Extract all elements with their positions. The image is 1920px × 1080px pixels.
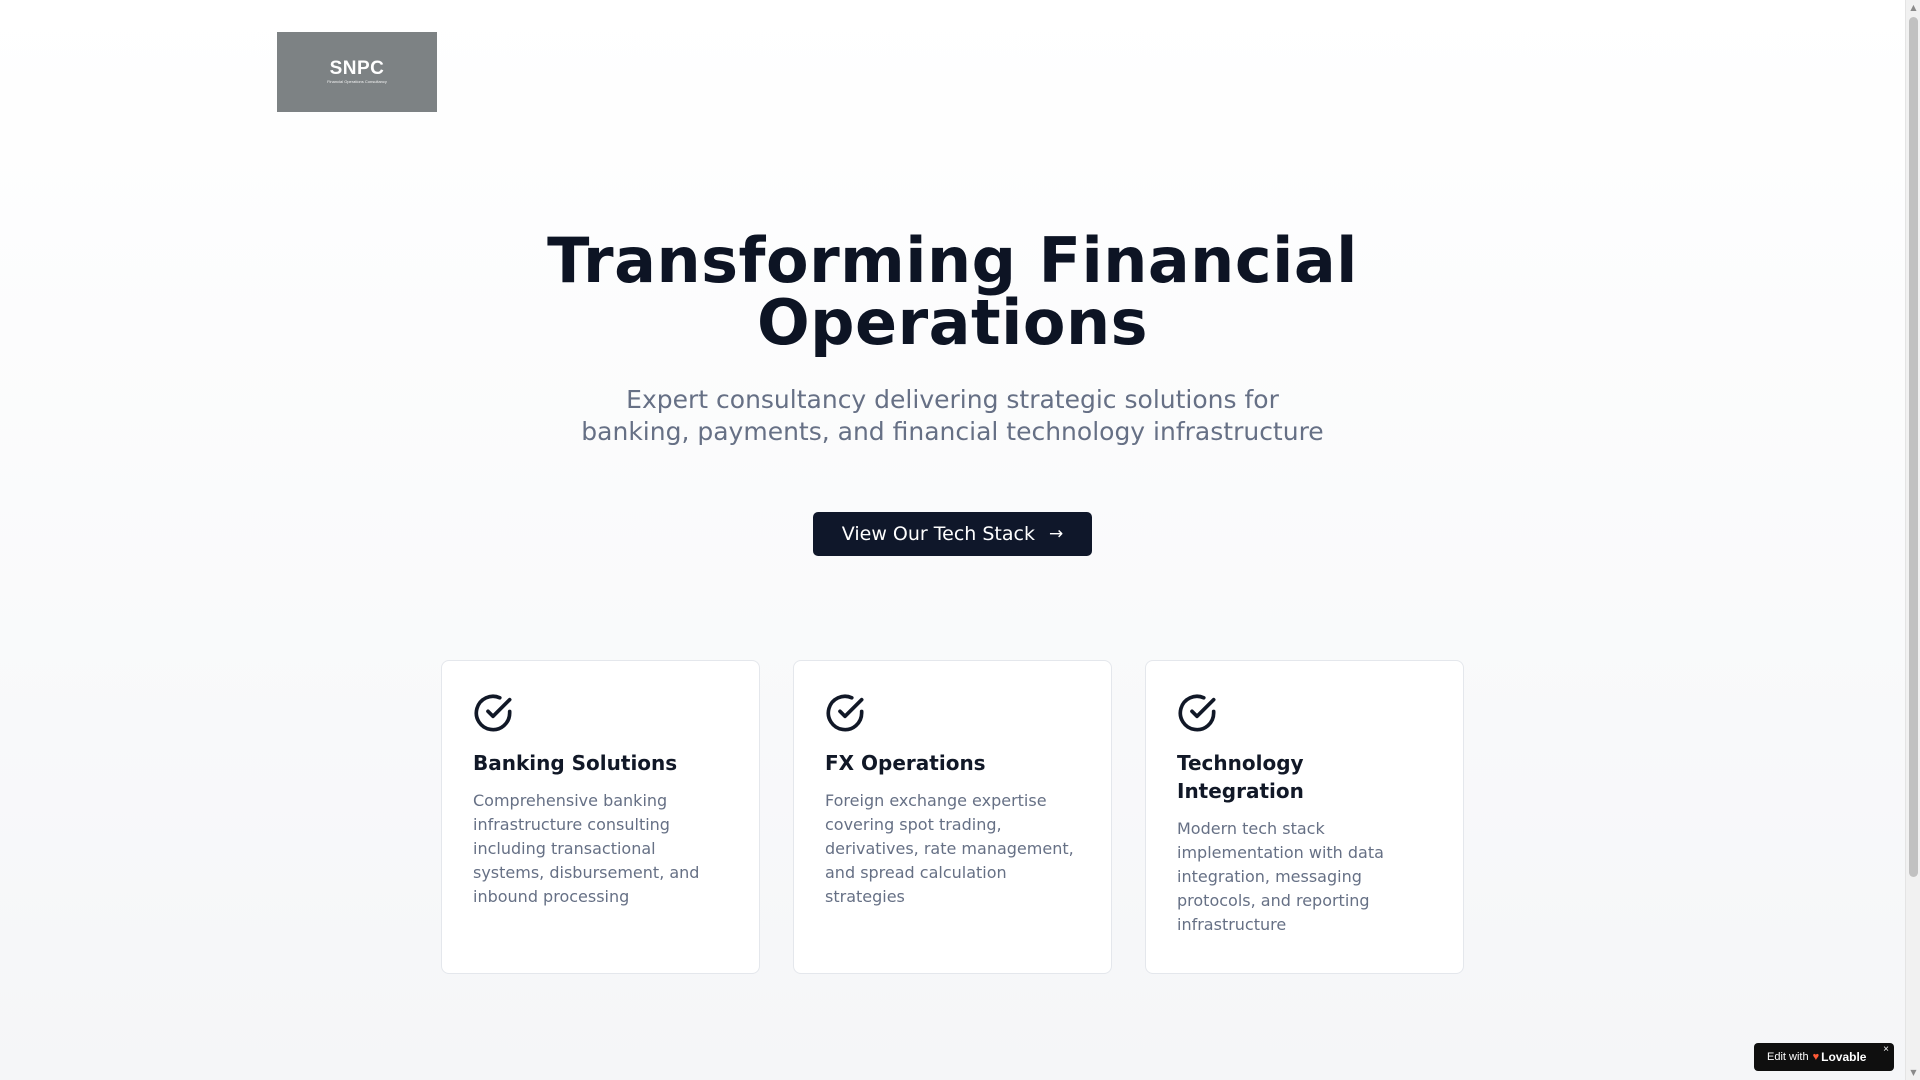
hero-title: Transforming Financial Operations bbox=[547, 224, 1358, 359]
logo-name: SNPC bbox=[329, 58, 385, 79]
card-title: Technology Integration bbox=[1177, 751, 1304, 803]
check-circle-icon bbox=[474, 694, 512, 732]
hero-section: Transforming Financial Operations Expert… bbox=[0, 230, 1905, 556]
feature-card-fx: FX Operations Foreign exchange expertise… bbox=[793, 660, 1112, 974]
scrollbar-thumb[interactable] bbox=[1909, 17, 1918, 877]
close-icon[interactable]: × bbox=[1883, 1044, 1889, 1055]
cta-label: View Our Tech Stack bbox=[841, 523, 1035, 545]
card-title: FX Operations bbox=[825, 751, 986, 775]
check-circle-icon bbox=[1178, 694, 1216, 732]
hero-subtitle: Expert consultancy delivering strategic … bbox=[581, 385, 1324, 446]
company-logo[interactable]: SNPC Financial Operations Consultancy bbox=[277, 32, 437, 112]
view-tech-stack-button[interactable]: View Our Tech Stack → bbox=[813, 512, 1092, 556]
feature-cards: Banking Solutions Comprehensive banking … bbox=[441, 660, 1464, 974]
landing-page: SNPC Financial Operations Consultancy Tr… bbox=[0, 0, 1905, 1080]
badge-brand: Lovable bbox=[1821, 1050, 1867, 1064]
logo-tagline: Financial Operations Consultancy bbox=[327, 79, 387, 84]
badge-prefix: Edit with bbox=[1767, 1051, 1809, 1063]
edit-with-lovable-badge[interactable]: Edit with ♥ Lovable × bbox=[1754, 1043, 1894, 1071]
card-description: Comprehensive banking infrastructure con… bbox=[473, 791, 700, 906]
card-title: Banking Solutions bbox=[473, 751, 678, 775]
card-description: Modern tech stack implementation with da… bbox=[1177, 819, 1384, 934]
feature-card-technology: Technology Integration Modern tech stack… bbox=[1145, 660, 1464, 974]
vertical-scrollbar[interactable]: ▲ ▼ bbox=[1905, 0, 1920, 1080]
scroll-up-arrow-icon[interactable]: ▲ bbox=[1906, 0, 1920, 15]
check-circle-icon bbox=[826, 694, 864, 732]
feature-card-banking: Banking Solutions Comprehensive banking … bbox=[441, 660, 760, 974]
scroll-down-arrow-icon[interactable]: ▼ bbox=[1906, 1065, 1920, 1080]
arrow-right-icon: → bbox=[1048, 523, 1064, 544]
lovable-heart-icon: ♥ bbox=[1812, 1051, 1820, 1063]
card-description: Foreign exchange expertise covering spot… bbox=[825, 791, 1074, 906]
